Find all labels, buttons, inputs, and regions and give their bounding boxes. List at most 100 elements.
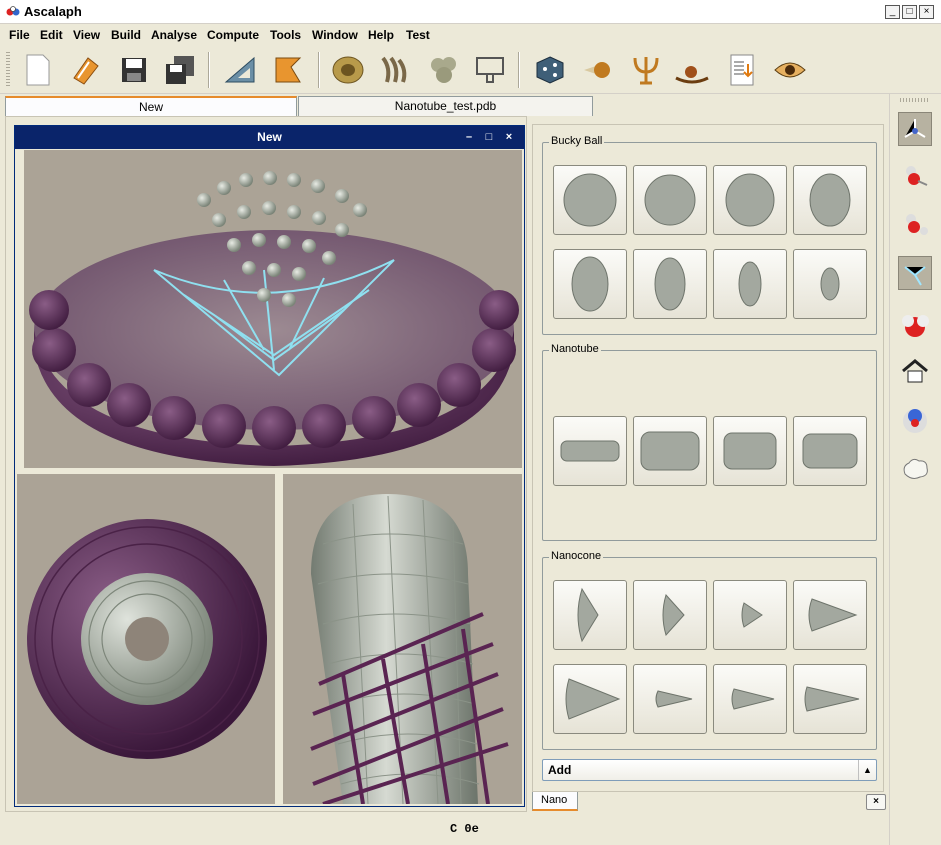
window-title: Ascalaph	[24, 4, 82, 19]
eye-icon[interactable]	[770, 50, 810, 90]
hydroxyl-icon[interactable]	[898, 160, 932, 194]
nanocone-button-6[interactable]	[633, 664, 707, 734]
bucky-ball-button-1[interactable]	[553, 165, 627, 235]
toolbar-separator	[318, 52, 320, 88]
group-label-nanotube: Nanotube	[549, 343, 601, 355]
close-button[interactable]: ×	[919, 5, 934, 19]
tab-nanotube-test[interactable]: Nanotube_test.pdb	[298, 96, 593, 116]
nanotube-button-4[interactable]	[793, 416, 867, 486]
group-label-bucky-ball: Bucky Ball	[549, 135, 605, 147]
save-all-icon[interactable]	[160, 50, 200, 90]
tab-new[interactable]: New	[5, 96, 297, 116]
bucky-ball-button-5[interactable]	[553, 249, 627, 319]
add-combobox[interactable]: Add ▲	[542, 759, 877, 781]
nanotube-button-3[interactable]	[713, 416, 787, 486]
nanocone-button-7[interactable]	[713, 664, 787, 734]
mdi-window: New – □ ×	[14, 125, 525, 807]
protein-icon[interactable]	[376, 50, 416, 90]
toolbar-separator	[518, 52, 520, 88]
maximize-button[interactable]: □	[902, 5, 917, 19]
mdi-minimize-button[interactable]: –	[462, 131, 476, 144]
molecule-shell-icon[interactable]	[328, 50, 368, 90]
menu-help[interactable]: Help	[368, 28, 394, 42]
menu-edit[interactable]: Edit	[40, 28, 63, 42]
bowl-ball-icon[interactable]	[672, 50, 712, 90]
group-label-nanocone: Nanocone	[549, 550, 604, 562]
cluster-icon[interactable]	[424, 50, 464, 90]
dice-icon[interactable]	[530, 50, 570, 90]
fullerene-icon	[654, 257, 686, 311]
psi-icon[interactable]	[626, 50, 666, 90]
sphere-model-icon[interactable]	[898, 404, 932, 438]
nanocone-icon	[808, 598, 858, 632]
group-bucky-ball: Bucky Ball	[542, 135, 877, 335]
nanotube-button-1[interactable]	[553, 416, 627, 486]
geometry-triangle-icon[interactable]	[220, 50, 260, 90]
fullerene-icon	[738, 261, 762, 307]
nanocone-icon	[731, 688, 775, 710]
menu-file[interactable]: File	[9, 28, 30, 42]
viewport-top[interactable]	[17, 474, 275, 804]
data-report-icon[interactable]	[722, 50, 762, 90]
water-sphere-icon[interactable]	[898, 308, 932, 342]
toolbar-grip[interactable]	[6, 52, 10, 88]
new-document-icon[interactable]	[18, 50, 58, 90]
nanocone-button-2[interactable]	[633, 580, 707, 650]
horizontal-splitter[interactable]	[15, 469, 524, 473]
bucky-ball-button-4[interactable]	[793, 165, 867, 235]
nanocone-button-1[interactable]	[553, 580, 627, 650]
mdi-workspace: New – □ ×	[5, 116, 527, 812]
menu-analyse[interactable]: Analyse	[151, 28, 197, 42]
ring-top-view-render	[27, 519, 267, 759]
tab-nano[interactable]: Nano	[532, 792, 578, 811]
bucky-ball-button-3[interactable]	[713, 165, 787, 235]
menu-build[interactable]: Build	[111, 28, 141, 42]
nanocone-icon	[662, 594, 685, 636]
status-text: C 0e	[450, 822, 479, 836]
group-nanotube: Nanotube	[542, 343, 877, 541]
minimize-arrow-icon[interactable]	[268, 50, 308, 90]
nanotube-icon	[560, 440, 620, 462]
nanocone-icon	[565, 678, 621, 720]
bucky-ball-button-6[interactable]	[633, 249, 707, 319]
atom-axes-icon[interactable]	[898, 112, 932, 146]
menu-window[interactable]: Window	[312, 28, 358, 42]
viewport-side[interactable]	[283, 474, 522, 804]
bond-icon[interactable]	[898, 256, 932, 290]
nanocone-button-8[interactable]	[793, 664, 867, 734]
save-icon[interactable]	[114, 50, 154, 90]
menu-view[interactable]: View	[73, 28, 100, 42]
mdi-close-button[interactable]: ×	[502, 131, 516, 144]
vertical-splitter[interactable]	[276, 474, 282, 804]
nanocone-button-4[interactable]	[793, 580, 867, 650]
viewport-perspective[interactable]	[24, 150, 522, 468]
fullerene-icon	[809, 173, 851, 227]
house-icon[interactable]	[898, 354, 932, 388]
spin-arrows-icon[interactable]: ▲	[858, 760, 876, 780]
bucky-ball-button-7[interactable]	[713, 249, 787, 319]
bucky-ball-button-2[interactable]	[633, 165, 707, 235]
nanotube-icon	[723, 432, 777, 470]
add-combobox-value: Add	[548, 763, 572, 777]
fullerene-icon	[571, 256, 609, 312]
projectile-icon[interactable]	[578, 50, 618, 90]
water-icon[interactable]	[898, 208, 932, 242]
group-nanocone: Nanocone	[542, 550, 877, 750]
menu-compute[interactable]: Compute	[207, 28, 259, 42]
mdi-title-bar[interactable]: New	[15, 126, 524, 149]
minimize-button[interactable]: _	[885, 5, 900, 19]
nanotube-button-2[interactable]	[633, 416, 707, 486]
bucky-ball-button-8[interactable]	[793, 249, 867, 319]
open-book-icon[interactable]	[66, 50, 106, 90]
nanotube-side-render	[310, 494, 509, 804]
menu-tools[interactable]: Tools	[270, 28, 301, 42]
side-toolbar-grip[interactable]	[900, 98, 930, 102]
magnet-icon[interactable]	[470, 50, 510, 90]
nanocone-button-5[interactable]	[553, 664, 627, 734]
mdi-maximize-button[interactable]: □	[482, 131, 496, 144]
nanocone-button-3[interactable]	[713, 580, 787, 650]
surface-icon[interactable]	[898, 452, 932, 486]
panel-close-button[interactable]: ×	[866, 794, 886, 810]
menu-test[interactable]: Test	[406, 28, 430, 42]
title-bar: Ascalaph _ □ ×	[0, 0, 941, 24]
